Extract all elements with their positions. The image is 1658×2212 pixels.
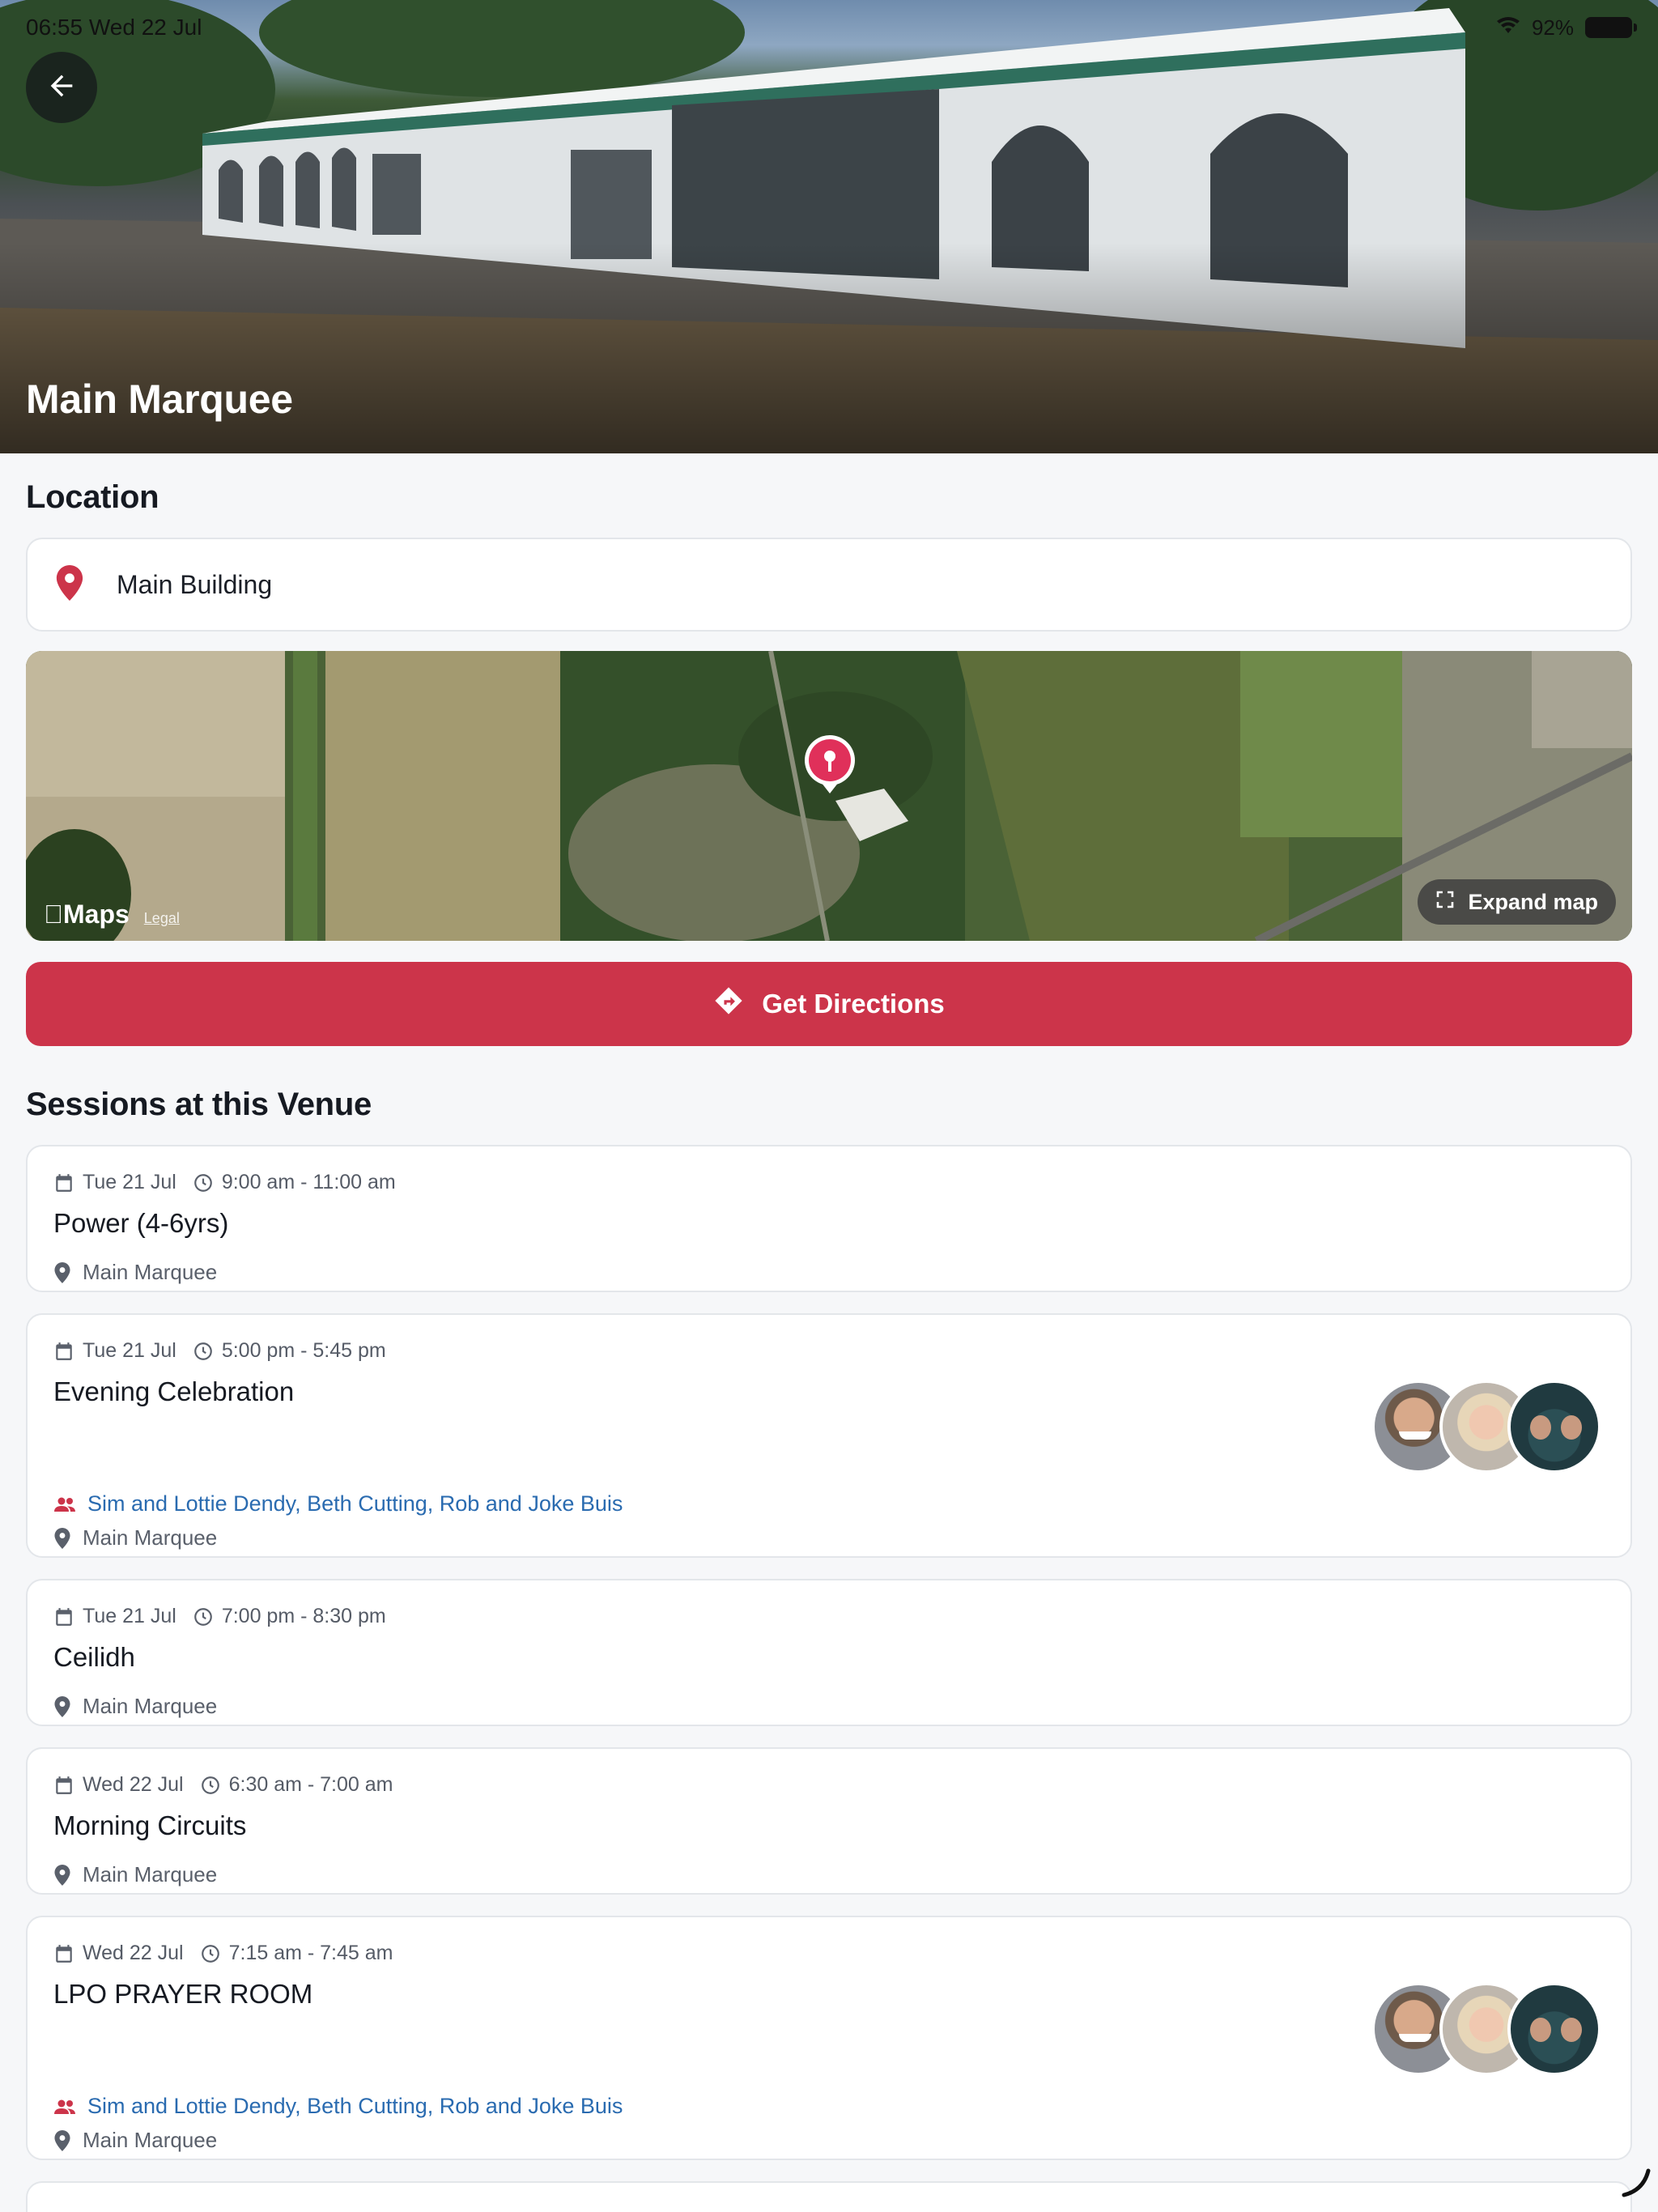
session-venue: Main Marquee — [83, 1862, 218, 1887]
back-button[interactable] — [26, 52, 97, 123]
session-venue: Main Marquee — [83, 1260, 218, 1284]
location-pin-icon — [55, 564, 84, 605]
session-date: Tue 21 Jul — [83, 1605, 176, 1627]
get-directions-button[interactable]: Get Directions — [26, 962, 1632, 1046]
battery-percentage: 92% — [1531, 15, 1574, 40]
session-date: Tue 21 Jul — [83, 1339, 176, 1362]
speaker-avatars — [1371, 1380, 1601, 1474]
session-date: Wed 22 Jul — [83, 1773, 184, 1796]
session-time: 7:00 pm - 8:30 pm — [221, 1605, 386, 1627]
session-title: LPO PRAYER ROOM — [53, 1979, 313, 2009]
calendar-icon — [53, 1943, 74, 1964]
get-directions-label: Get Directions — [762, 989, 945, 1019]
location-heading: Location — [26, 479, 159, 515]
session-speakers[interactable]: Sim and Lottie Dendy, Beth Cutting, Rob … — [87, 2094, 623, 2119]
session-venue: Main Marquee — [83, 1525, 218, 1550]
session-date: Wed 22 Jul — [83, 1942, 184, 1964]
map-legal-link[interactable]: Legal — [144, 910, 180, 927]
session-time: 7:15 am - 7:45 am — [228, 1942, 393, 1964]
status-time: 06:55 Wed 22 Jul — [26, 15, 202, 40]
session-speakers[interactable]: Sim and Lottie Dendy, Beth Cutting, Rob … — [87, 1491, 623, 1516]
expand-map-button[interactable]: Expand map — [1418, 879, 1616, 925]
session-date: Tue 21 Jul — [83, 1171, 176, 1193]
map-marker-icon — [803, 734, 857, 799]
session-venue: Main Marquee — [83, 2128, 218, 2152]
session-card[interactable]: Tue 21 Jul 9:00 am - 11:00 am Power (4-6… — [26, 1145, 1632, 1292]
hero-image: 06:55 Wed 22 Jul 92% Main Marquee — [0, 0, 1658, 453]
status-bar: 06:55 Wed 22 Jul 92% — [26, 11, 1637, 44]
session-time: 9:00 am - 11:00 am — [221, 1171, 396, 1193]
clock-icon — [193, 1172, 214, 1193]
avatar — [1507, 1380, 1601, 1474]
expand-icon — [1435, 890, 1455, 915]
calendar-icon — [53, 1172, 74, 1193]
clock-icon — [193, 1341, 214, 1362]
clock-icon — [200, 1775, 221, 1796]
calendar-icon — [53, 1341, 74, 1362]
location-card[interactable]: Main Building — [26, 538, 1632, 632]
avatar — [1507, 1982, 1601, 2076]
maps-brand-label: Maps — [44, 900, 130, 929]
arrow-left-icon — [45, 70, 78, 106]
location-map[interactable]: Maps Legal Expand map — [26, 651, 1632, 941]
session-title: Morning Circuits — [53, 1810, 247, 1840]
loading-spinner-icon — [1619, 2166, 1652, 2202]
session-venue: Main Marquee — [83, 1694, 218, 1718]
wifi-icon — [1496, 15, 1520, 40]
apple-logo-icon:  — [44, 900, 63, 929]
expand-map-label: Expand map — [1468, 889, 1598, 914]
location-pin-icon — [53, 1695, 71, 1717]
directions-icon — [713, 985, 744, 1023]
session-time: 5:00 pm - 5:45 pm — [221, 1339, 386, 1362]
clock-icon — [193, 1606, 214, 1627]
clock-icon — [200, 1943, 221, 1964]
speaker-avatars — [1371, 1982, 1601, 2076]
calendar-icon — [53, 1775, 74, 1796]
session-card[interactable] — [26, 2181, 1632, 2212]
maps-attribution: Maps Legal — [44, 900, 180, 929]
calendar-icon — [53, 1606, 74, 1627]
location-pin-icon — [53, 1261, 71, 1283]
battery-icon — [1585, 17, 1637, 38]
people-icon — [53, 2098, 76, 2116]
session-title: Power (4-6yrs) — [53, 1208, 229, 1238]
session-card[interactable]: Wed 22 Jul 7:15 am - 7:45 am LPO PRAYER … — [26, 1916, 1632, 2160]
location-pin-icon — [53, 1864, 71, 1886]
session-card[interactable]: Tue 21 Jul 7:00 pm - 8:30 pm Ceilidh Mai… — [26, 1579, 1632, 1726]
location-name: Main Building — [117, 569, 273, 599]
session-card[interactable]: Wed 22 Jul 6:30 am - 7:00 am Morning Cir… — [26, 1747, 1632, 1895]
sessions-heading: Sessions at this Venue — [26, 1087, 372, 1122]
session-card[interactable]: Tue 21 Jul 5:00 pm - 5:45 pm Evening Cel… — [26, 1313, 1632, 1558]
session-time: 6:30 am - 7:00 am — [228, 1773, 393, 1796]
session-title: Ceilidh — [53, 1642, 135, 1672]
location-pin-icon — [53, 1527, 71, 1549]
session-title: Evening Celebration — [53, 1376, 295, 1406]
people-icon — [53, 1495, 76, 1513]
page-title: Main Marquee — [26, 376, 293, 422]
location-pin-icon — [53, 2129, 71, 2151]
